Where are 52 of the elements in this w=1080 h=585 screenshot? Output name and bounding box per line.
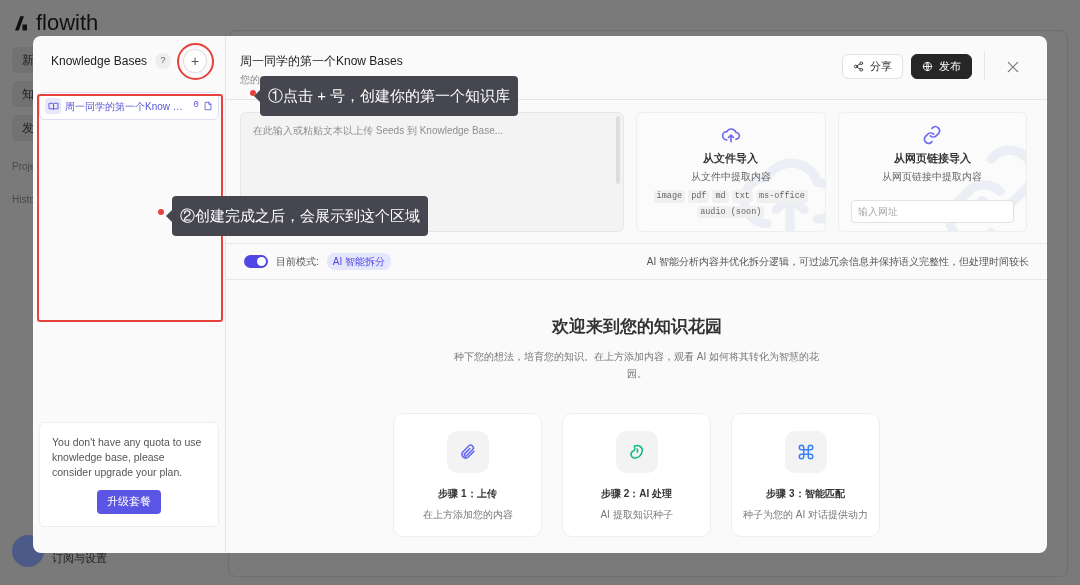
step-title: 步骤 2：AI 处理 (600, 486, 673, 501)
card-subtitle: 从网页链接中提取内容 (882, 169, 983, 184)
highlight-circle (177, 43, 214, 80)
card-title: 从文件导入 (703, 151, 759, 166)
quota-notice: You don't have any quota to use knowledge base, please consider upgrade your plan. (52, 434, 203, 481)
paperclip-icon (458, 442, 477, 461)
step-description: 在上方添加您的内容 (422, 507, 513, 522)
import-card[interactable]: 从文件导入 从文件中提取内容 image pdf md txt ms-office audio (soon) (636, 112, 826, 232)
mode-description: AI 智能分析内容并优化拆分逻辑，可过滤冗余信息并保持语义完整性，但处理时间较长 (646, 255, 1029, 269)
url-input[interactable]: 输入网址 (850, 200, 1014, 223)
card-subtitle: 从文件中提取内容 (690, 169, 771, 184)
logo-icon (12, 13, 30, 32)
command-icon (796, 442, 815, 461)
format-tag: image (653, 189, 686, 203)
dialog-title: 周一同学的第一个Know Bases (240, 53, 404, 70)
knowledge-base-item[interactable]: 周一同学的第一个Know … 0 (39, 92, 219, 120)
share-icon (853, 60, 864, 72)
share-button[interactable]: 分享 (842, 53, 903, 79)
account-caption: 订阅与设置 (52, 550, 107, 566)
step-title: 步骤 1：上传 (438, 486, 497, 501)
format-tag: txt (731, 189, 753, 203)
step-description: AI 提取知识种子 (600, 507, 673, 522)
mode-label: 目前模式: (276, 255, 319, 269)
mode-toggle[interactable] (244, 255, 268, 268)
format-tag: md (712, 189, 729, 203)
card-title: 从网页链接导入 (893, 151, 971, 166)
step-description: 种子为您的 AI 对话提供动力 (743, 507, 868, 522)
help-icon[interactable]: ? (155, 53, 172, 69)
link-icon (922, 125, 943, 145)
logo-text: flowith (36, 9, 99, 37)
annotation-tooltip: ②创建完成之后，会展示到这个区域 (166, 196, 428, 236)
format-tag: audio (soon) (697, 205, 765, 219)
welcome-title: 欢迎来到您的知识花园 (551, 316, 722, 338)
cloud-upload-icon (720, 125, 741, 145)
globe-icon (922, 60, 933, 72)
marker-dot (158, 209, 164, 215)
document-icon (203, 101, 213, 111)
add-button[interactable]: + (183, 49, 207, 73)
format-tag: pdf (688, 189, 710, 203)
import-card[interactable]: 从网页链接导入 从网页链接中提取内容 输入网址 (837, 112, 1027, 232)
bean-icon (627, 442, 646, 461)
item-name: 周一同学的第一个Know … (65, 99, 184, 114)
step-title: 步骤 3：智能匹配 (766, 486, 845, 501)
sidebar-title: Knowledge Bases (51, 53, 148, 70)
book-icon (47, 100, 59, 112)
upgrade-button[interactable]: 升级套餐 (97, 490, 161, 514)
format-tag: ms-office (755, 189, 808, 203)
mode-tag: AI 智能拆分 (326, 253, 391, 270)
welcome-text: 种下您的想法，培育您的知识。在上方添加内容，观看 AI 如何将其转化为智慧的花园。 (453, 349, 820, 381)
publish-button[interactable]: 发布 (911, 53, 972, 79)
item-count: 0 (193, 99, 199, 113)
marker-dot (250, 90, 256, 96)
